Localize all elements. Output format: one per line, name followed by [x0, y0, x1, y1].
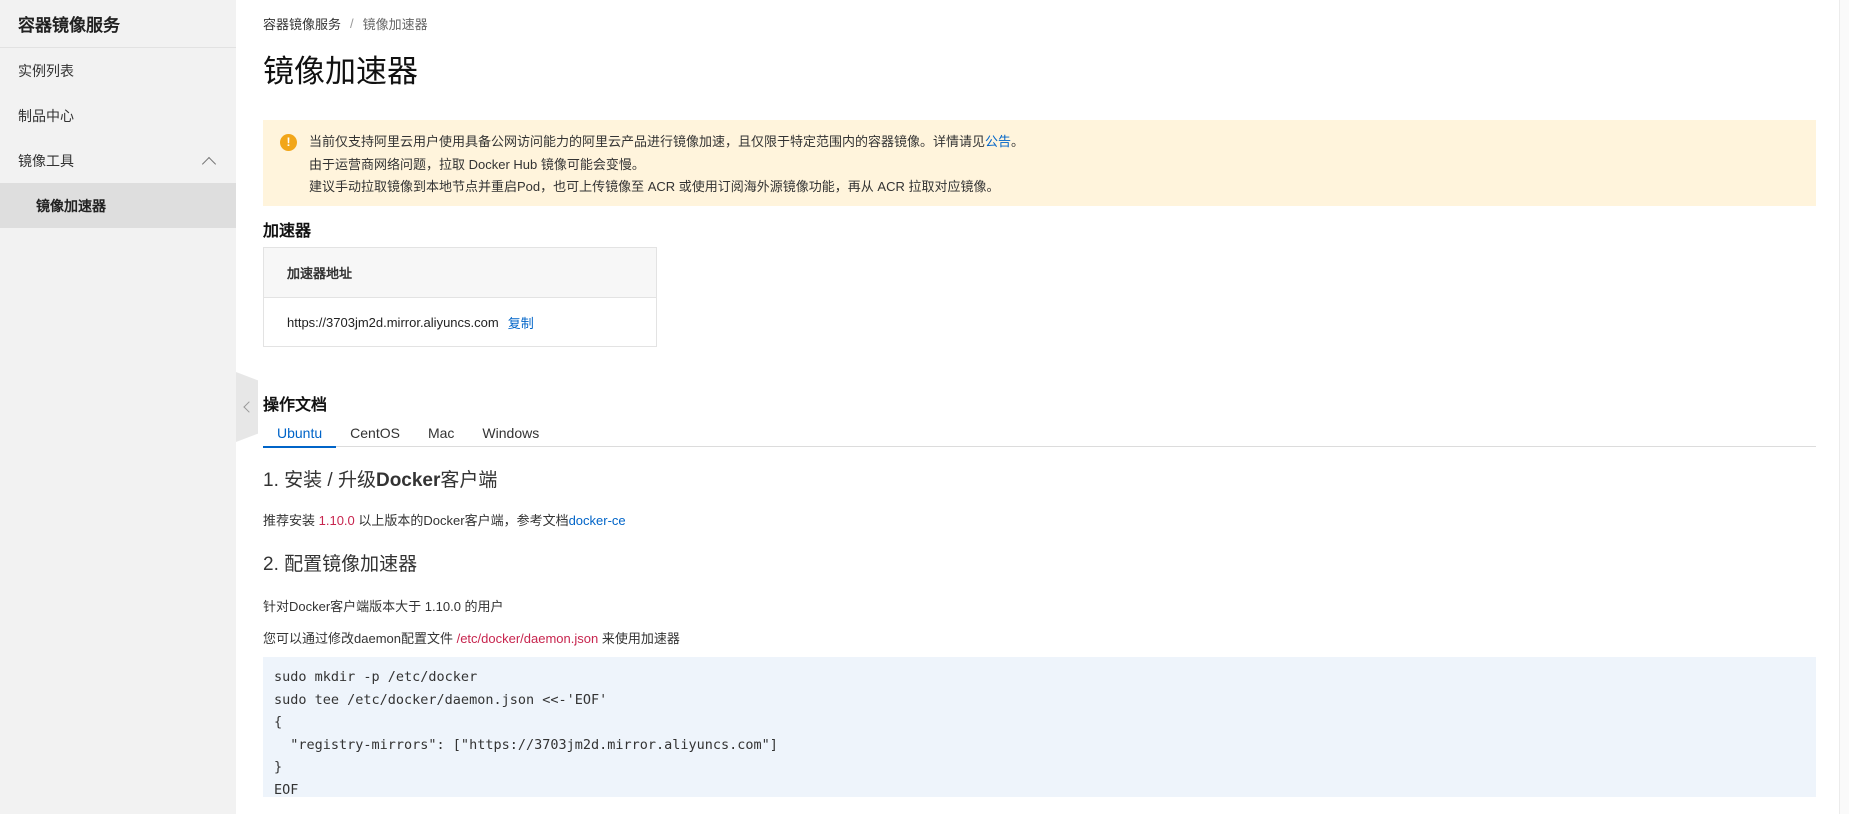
alert-line-2: 由于运营商网络问题，拉取 Docker Hub 镜像可能会变慢。	[309, 156, 645, 172]
breadcrumb-separator: /	[350, 15, 354, 31]
accelerator-address-row: https://3703jm2d.mirror.aliyuncs.com 复制	[264, 298, 656, 346]
sidebar-item-image-tools[interactable]: 镜像工具	[0, 138, 236, 183]
sidebar-title: 容器镜像服务	[0, 0, 236, 48]
accelerator-section-title: 加速器	[263, 223, 312, 240]
docker-ce-link[interactable]: docker-ce	[569, 513, 626, 528]
sidebar-item-label: 镜像加速器	[36, 197, 106, 214]
alert-line-3: 建议手动拉取镜像到本地节点并重启Pod，也可上传镜像至 ACR 或使用订阅海外源…	[309, 179, 1000, 194]
accelerator-address: https://3703jm2d.mirror.aliyuncs.com	[287, 314, 499, 330]
tab-ubuntu[interactable]: Ubuntu	[263, 425, 337, 448]
code-block[interactable]: sudo mkdir -p /etc/docker sudo tee /etc/…	[263, 657, 1816, 797]
docs-section-title: 操作文档	[263, 397, 328, 414]
chevron-left-icon	[243, 401, 255, 413]
sidebar-item-label: 镜像工具	[18, 152, 74, 169]
chevron-up-icon[interactable]	[201, 156, 217, 171]
page-title: 镜像加速器	[263, 54, 418, 89]
breadcrumb-current: 镜像加速器	[362, 16, 428, 32]
step1-description: 推荐安装 1.10.0 以上版本的Docker客户端，参考文档docker-ce	[263, 513, 626, 528]
daemon-path: /etc/docker/daemon.json	[456, 631, 599, 646]
scrollbar[interactable]	[1839, 0, 1849, 814]
accelerator-table: 加速器地址 https://3703jm2d.mirror.aliyuncs.c…	[263, 247, 657, 347]
step1-heading: 1. 安装 / 升级Docker客户端	[263, 470, 498, 491]
warning-alert: ! 当前仅支持阿里云用户使用具备公网访问能力的阿里云产品进行镜像加速，且仅限于特…	[263, 120, 1816, 206]
sidebar-item-image-accelerator[interactable]: 镜像加速器	[0, 183, 236, 228]
sidebar-item-label: 实例列表	[18, 62, 74, 79]
sidebar: 容器镜像服务 实例列表 制品中心 镜像工具 镜像加速器	[0, 0, 236, 814]
sidebar-collapse-toggle[interactable]	[236, 372, 258, 442]
step2-description: 针对Docker客户端版本大于 1.10.0 的用户	[263, 599, 504, 614]
sidebar-item-artifact-center[interactable]: 制品中心	[0, 93, 236, 138]
breadcrumb: 容器镜像服务 / 镜像加速器	[263, 14, 1816, 33]
step2-heading: 2. 配置镜像加速器	[263, 554, 418, 575]
main-content: 容器镜像服务 / 镜像加速器 镜像加速器 ! 当前仅支持阿里云用户使用具备公网访…	[263, 0, 1816, 797]
tab-centos[interactable]: CentOS	[336, 425, 414, 447]
announcement-link[interactable]: 公告	[985, 134, 1011, 149]
tab-mac[interactable]: Mac	[414, 425, 468, 447]
sidebar-item-instance-list[interactable]: 实例列表	[0, 48, 236, 93]
warning-icon: !	[280, 134, 297, 151]
step2-daemon-note: 您可以通过修改daemon配置文件 /etc/docker/daemon.jso…	[263, 631, 680, 646]
sidebar-item-label: 制品中心	[18, 107, 74, 124]
accelerator-address-header: 加速器地址	[264, 248, 656, 298]
version-highlight: 1.10.0	[318, 513, 355, 528]
os-tabs: Ubuntu CentOS Mac Windows	[263, 425, 1816, 448]
tab-windows[interactable]: Windows	[468, 425, 553, 447]
copy-button[interactable]: 复制	[508, 313, 534, 332]
breadcrumb-parent-link[interactable]: 容器镜像服务	[263, 14, 341, 33]
alert-line-1: 当前仅支持阿里云用户使用具备公网访问能力的阿里云产品进行镜像加速，且仅限于特定范…	[309, 134, 1025, 149]
